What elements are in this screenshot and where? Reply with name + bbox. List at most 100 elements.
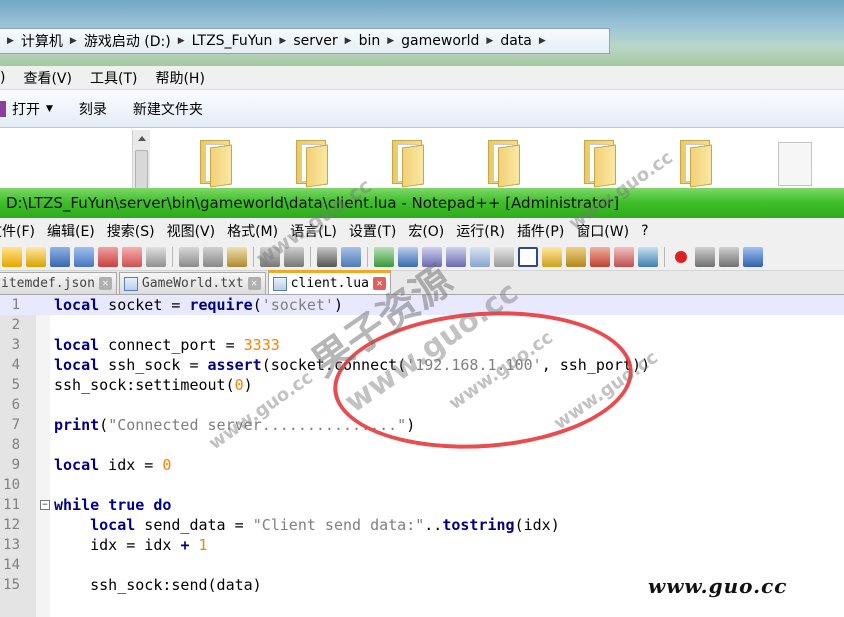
new-file-icon[interactable]	[2, 246, 22, 267]
folder-icon[interactable]	[678, 138, 712, 188]
close-file-icon[interactable]	[98, 246, 118, 267]
burn-button[interactable]: 刻录	[79, 99, 107, 119]
function-list-icon[interactable]	[590, 246, 610, 267]
breadcrumb-computer[interactable]: 计算机	[21, 31, 63, 51]
monitoring-icon[interactable]	[638, 246, 658, 267]
menu-tools[interactable]: 工具(T)	[90, 68, 137, 88]
chevron-right-icon[interactable]: ▶	[279, 36, 286, 46]
redo-icon[interactable]	[284, 246, 304, 267]
code-line[interactable]: 1 local socket = require('socket')	[0, 295, 844, 315]
copy-icon[interactable]	[203, 246, 223, 267]
find-icon[interactable]	[317, 246, 337, 267]
tab-gameworld[interactable]: GameWorld.txt ✕	[118, 272, 266, 294]
print-icon[interactable]	[146, 246, 166, 267]
menu-run[interactable]: 运行(R)	[456, 221, 505, 241]
folder-icon[interactable]	[390, 138, 424, 188]
chevron-right-icon[interactable]: ▶	[387, 36, 394, 46]
save-all-icon[interactable]	[74, 246, 94, 267]
chevron-right-icon[interactable]: ▶	[70, 36, 77, 46]
open-file-icon[interactable]	[26, 246, 46, 267]
menu-macro[interactable]: 宏(O)	[408, 221, 444, 241]
code-text[interactable]: local connect_port = 3333	[54, 335, 280, 355]
sync-vertical-icon[interactable]	[422, 246, 442, 267]
code-text[interactable]: local socket = require('socket')	[54, 295, 343, 315]
folder-as-workspace-icon[interactable]	[614, 246, 634, 267]
stop-macro-icon[interactable]	[695, 246, 715, 267]
code-line[interactable]: 10	[0, 475, 844, 495]
tab-itemdef[interactable]: itemdef.json ✕	[0, 272, 117, 294]
doc-map-icon[interactable]	[566, 246, 586, 267]
code-text[interactable]: local send_data = "Client send data:"..t…	[54, 515, 560, 535]
scrollbar[interactable]	[132, 130, 150, 190]
tab-bar: itemdef.json ✕ GameWorld.txt ✕ client.lu…	[0, 270, 844, 295]
save-icon[interactable]	[50, 246, 70, 267]
menu-help[interactable]: 帮助(H)	[155, 68, 204, 88]
sync-horizontal-icon[interactable]	[446, 246, 466, 267]
chevron-right-icon[interactable]: ▶	[486, 36, 493, 46]
run-macro-multiple-icon[interactable]	[743, 246, 763, 267]
open-button[interactable]: 打开 ▼	[0, 99, 53, 119]
folder-icon[interactable]	[486, 138, 520, 188]
show-all-chars-icon[interactable]	[494, 246, 514, 267]
chevron-right-icon[interactable]: ▶	[7, 36, 14, 46]
menu-plugins[interactable]: 插件(P)	[517, 221, 564, 241]
cut-icon[interactable]	[179, 246, 199, 267]
zoom-out-icon[interactable]	[398, 246, 418, 267]
undo-icon[interactable]	[260, 246, 280, 267]
file-icon[interactable]	[778, 142, 812, 186]
new-folder-button[interactable]: 新建文件夹	[133, 99, 203, 119]
close-icon[interactable]: ✕	[372, 277, 386, 290]
menu-settings[interactable]: 设置(T)	[349, 221, 396, 241]
fold-toggle-icon[interactable]: −	[40, 500, 50, 510]
code-text[interactable]: idx = idx + 1	[54, 535, 207, 555]
zoom-in-icon[interactable]	[374, 246, 394, 267]
breadcrumb-gameworld[interactable]: gameworld	[401, 33, 479, 49]
play-macro-icon[interactable]	[719, 246, 739, 267]
paste-icon[interactable]	[227, 246, 247, 267]
folder-icon[interactable]	[198, 138, 232, 188]
menu-about[interactable]: ?	[641, 223, 648, 239]
close-icon[interactable]: ✕	[98, 277, 112, 290]
menu-edit[interactable]: 编辑(E)	[47, 221, 95, 241]
menu-view[interactable]: 视图(V)	[167, 221, 216, 241]
code-text[interactable]: while true do	[54, 495, 171, 515]
menu-view[interactable]: 查看(V)	[23, 68, 72, 88]
code-line[interactable]: 11 − while true do	[0, 495, 844, 515]
folder-icon[interactable]	[582, 138, 616, 188]
notepad-title-bar[interactable]: D:\LTZS_FuYun\server\bin\gameworld\data\…	[0, 188, 844, 218]
menu-window[interactable]: 窗口(W)	[576, 221, 629, 241]
menu-file[interactable]: 文件(F)	[0, 221, 35, 241]
code-line[interactable]: 14	[0, 555, 844, 575]
scrollbar-thumb[interactable]	[135, 150, 148, 190]
chevron-right-icon[interactable]: ▶	[345, 36, 352, 46]
code-text[interactable]: local idx = 0	[54, 455, 171, 475]
menu-edit-partial[interactable]: )	[0, 70, 5, 86]
menu-format[interactable]: 格式(M)	[227, 221, 278, 241]
replace-icon[interactable]	[341, 246, 361, 267]
code-line[interactable]: 12 local send_data = "Client send data:"…	[0, 515, 844, 535]
code-text[interactable]: ssh_sock:send(data)	[54, 575, 262, 595]
indent-guide-icon[interactable]	[518, 246, 538, 267]
code-line[interactable]: 9 local idx = 0	[0, 455, 844, 475]
tab-client-lua[interactable]: client.lua ✕	[267, 270, 391, 294]
code-text[interactable]: ssh_sock:settimeout(0)	[54, 375, 253, 395]
menu-language[interactable]: 语言(L)	[290, 221, 337, 241]
chevron-right-icon[interactable]: ▶	[178, 36, 185, 46]
udl-icon[interactable]	[542, 246, 562, 267]
code-line[interactable]: 13 idx = idx + 1	[0, 535, 844, 555]
scroll-up-icon[interactable]	[138, 136, 146, 141]
breadcrumb-drive[interactable]: 游戏启动 (D:)	[84, 31, 171, 51]
breadcrumb-data[interactable]: data	[500, 33, 532, 49]
menu-search[interactable]: 搜索(S)	[107, 221, 155, 241]
folder-icon[interactable]	[294, 138, 328, 188]
breadcrumb-bin[interactable]: bin	[359, 33, 381, 49]
close-all-icon[interactable]	[122, 246, 142, 267]
chevron-right-icon[interactable]: ▶	[539, 36, 546, 46]
record-macro-icon[interactable]	[671, 246, 691, 267]
code-line[interactable]: 15 ssh_sock:send(data)	[0, 575, 844, 595]
breadcrumb-ltzs[interactable]: LTZS_FuYun	[192, 33, 273, 49]
address-bar[interactable]: ▶ 计算机 ▶ 游戏启动 (D:) ▶ LTZS_FuYun ▶ server …	[0, 28, 610, 54]
breadcrumb-server[interactable]: server	[293, 33, 337, 49]
close-icon[interactable]: ✕	[247, 277, 261, 290]
word-wrap-icon[interactable]	[470, 246, 490, 267]
